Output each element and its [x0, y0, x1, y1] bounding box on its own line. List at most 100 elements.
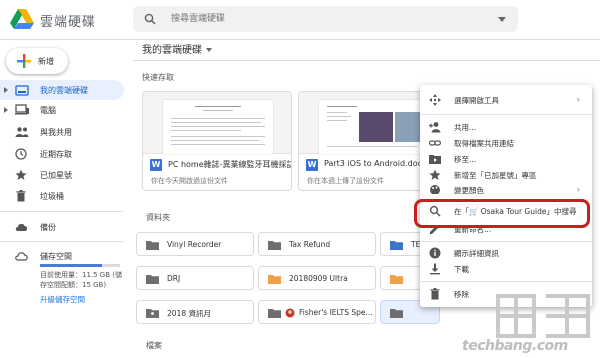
new-button[interactable]: 新增 [6, 48, 68, 74]
move-folder-icon [429, 155, 441, 164]
document-preview [163, 100, 273, 154]
folder-item[interactable]: Fisher's IELTS Spe... [258, 300, 376, 324]
sidebar-item-label: 備份 [40, 223, 56, 232]
menu-item-label: 移至... [454, 155, 477, 164]
sidebar-item-label: 近期存取 [40, 150, 72, 159]
storage-cloud-icon [15, 252, 28, 261]
folder-name: Vinyl Recorder [167, 240, 222, 249]
drive-icon [15, 85, 29, 96]
sidebar-item-shared[interactable]: 與我共用 [0, 122, 124, 142]
sidebar-item-label: 垃圾桶 [40, 192, 64, 201]
folder-icon [390, 241, 403, 250]
storage-usage-text: 目前使用量：11.5 GB (儲存空間配額：15 GB) [40, 271, 122, 289]
menu-item-share[interactable]: 共用... [420, 119, 592, 135]
sidebar-item-backups[interactable]: 備份 [0, 217, 124, 237]
folder-item[interactable]: Vinyl Recorder [136, 232, 254, 256]
search-icon[interactable] [144, 13, 156, 25]
header-divider [133, 60, 600, 61]
folder-item[interactable]: Tax Refund [258, 232, 376, 256]
sidebar-item-label: 我的雲端硬碟 [40, 86, 88, 95]
search-bar[interactable] [133, 6, 518, 32]
folder-icon [268, 241, 281, 250]
add-person-icon [429, 122, 441, 133]
chevron-right-icon: › [576, 95, 580, 104]
sidebar-item-storage[interactable]: 儲存空間 [0, 246, 124, 266]
page-title: 我的雲端硬碟 [142, 45, 202, 56]
folder-icon [146, 275, 159, 284]
expand-arrow-icon[interactable] [4, 87, 8, 93]
sidebar-item-computers[interactable]: 電腦 [0, 100, 124, 120]
new-button-label: 新增 [38, 57, 54, 66]
sidebar-item-label: 已加星號 [40, 171, 72, 180]
quick-access-card[interactable]: W PC home雜誌-異業線監牙耳機採訪大... 你在今天開啟過這份文件 [142, 91, 292, 191]
word-doc-icon: W [150, 159, 162, 171]
sidebar-divider [0, 241, 124, 242]
sidebar-item-label: 電腦 [40, 106, 56, 115]
context-menu: 選擇開啟工具 › 共用... 取得檔案共用連結 移至... 新增至「已加星號」專… [420, 85, 592, 307]
open-with-icon [429, 94, 441, 106]
quick-access-heading: 快速存取 [142, 73, 174, 82]
folder-name: TE [411, 240, 421, 249]
menu-item-add-star[interactable]: 新增至「已加星號」專區 [420, 167, 592, 183]
folder-item[interactable]: 2018 資訊月 [136, 300, 254, 324]
sidebar-item-my-drive[interactable]: 我的雲端硬碟 [0, 80, 124, 100]
page-title-dropdown[interactable]: 我的雲端硬碟 [142, 41, 212, 56]
shared-folder-icon [146, 309, 159, 318]
sidebar-item-recent[interactable]: 近期存取 [0, 144, 124, 164]
menu-item-label: 顯示詳細資訊 [454, 249, 499, 258]
folder-name: Fisher's IELTS Spe... [299, 308, 373, 317]
file-thumbnail [143, 92, 291, 154]
menu-item-label: 移除 [454, 290, 469, 299]
app-title: 雲端硬碟 [40, 15, 97, 30]
sidebar-divider [0, 211, 124, 212]
word-doc-icon: W [306, 159, 318, 171]
folder-item[interactable]: DRJ [136, 266, 254, 290]
menu-item-label: 選擇開啟工具 [454, 96, 499, 105]
file-name: Part3 iOS to Android.docx [324, 159, 427, 168]
folder-icon [390, 275, 403, 284]
menu-item-download[interactable]: 下載 [420, 261, 592, 277]
menu-item-view-details[interactable]: 顯示詳細資訊 [420, 245, 592, 261]
folder-name: 20180909 Ultra [289, 274, 348, 283]
menu-item-label: 新增至「已加星號」專區 [454, 171, 537, 180]
link-icon [429, 140, 441, 146]
trash-icon [16, 190, 26, 202]
expand-arrow-icon[interactable] [4, 107, 8, 113]
menu-item-label: 下載 [454, 265, 469, 274]
file-activity: 你在今天開啟過這份文件 [151, 177, 228, 185]
menu-item-label: 變更顏色 [454, 186, 484, 194]
folder-name: 2018 資訊月 [167, 309, 211, 318]
search-input[interactable] [171, 11, 471, 27]
folder-icon [268, 275, 281, 284]
highlight-annotation [414, 199, 590, 228]
upgrade-storage-link[interactable]: 升級儲存空間 [40, 294, 85, 305]
shared-people-icon [15, 127, 29, 137]
menu-divider [420, 281, 592, 282]
drive-app: 雲端硬碟 新增 我的雲端硬碟 電腦 與我共用 [0, 0, 600, 358]
sidebar-item-starred[interactable]: 已加星號 [0, 165, 124, 185]
folder-icon [146, 241, 159, 250]
menu-item-get-link[interactable]: 取得檔案共用連結 [420, 135, 592, 151]
clock-icon [15, 148, 27, 160]
chevron-right-icon: › [576, 185, 580, 194]
chevron-down-icon [206, 48, 212, 52]
sidebar-item-trash[interactable]: 垃圾桶 [0, 186, 124, 206]
info-icon [429, 247, 441, 259]
file-name: PC home雜誌-異業線監牙耳機採訪大... [168, 160, 291, 169]
menu-item-change-color[interactable]: 變更顏色 › [420, 182, 592, 194]
drive-logo-icon[interactable] [10, 8, 34, 30]
folder-item[interactable]: 20180909 Ultra [258, 266, 376, 290]
folder-icon [268, 309, 281, 318]
folder-name: DRJ [167, 274, 181, 283]
screenshot-image-icon [359, 112, 393, 142]
file-activity: 你在本週上傳了這份文件 [307, 177, 384, 185]
search-options-icon[interactable] [498, 17, 506, 22]
menu-item-move[interactable]: 移至... [420, 151, 592, 167]
avatar [285, 308, 295, 318]
palette-icon [430, 185, 440, 194]
menu-item-open-with[interactable]: 選擇開啟工具 › [420, 92, 592, 108]
menu-item-label: 取得檔案共用連結 [454, 139, 514, 148]
trash-icon [430, 288, 440, 300]
star-icon [429, 169, 441, 180]
menu-divider [420, 114, 592, 115]
